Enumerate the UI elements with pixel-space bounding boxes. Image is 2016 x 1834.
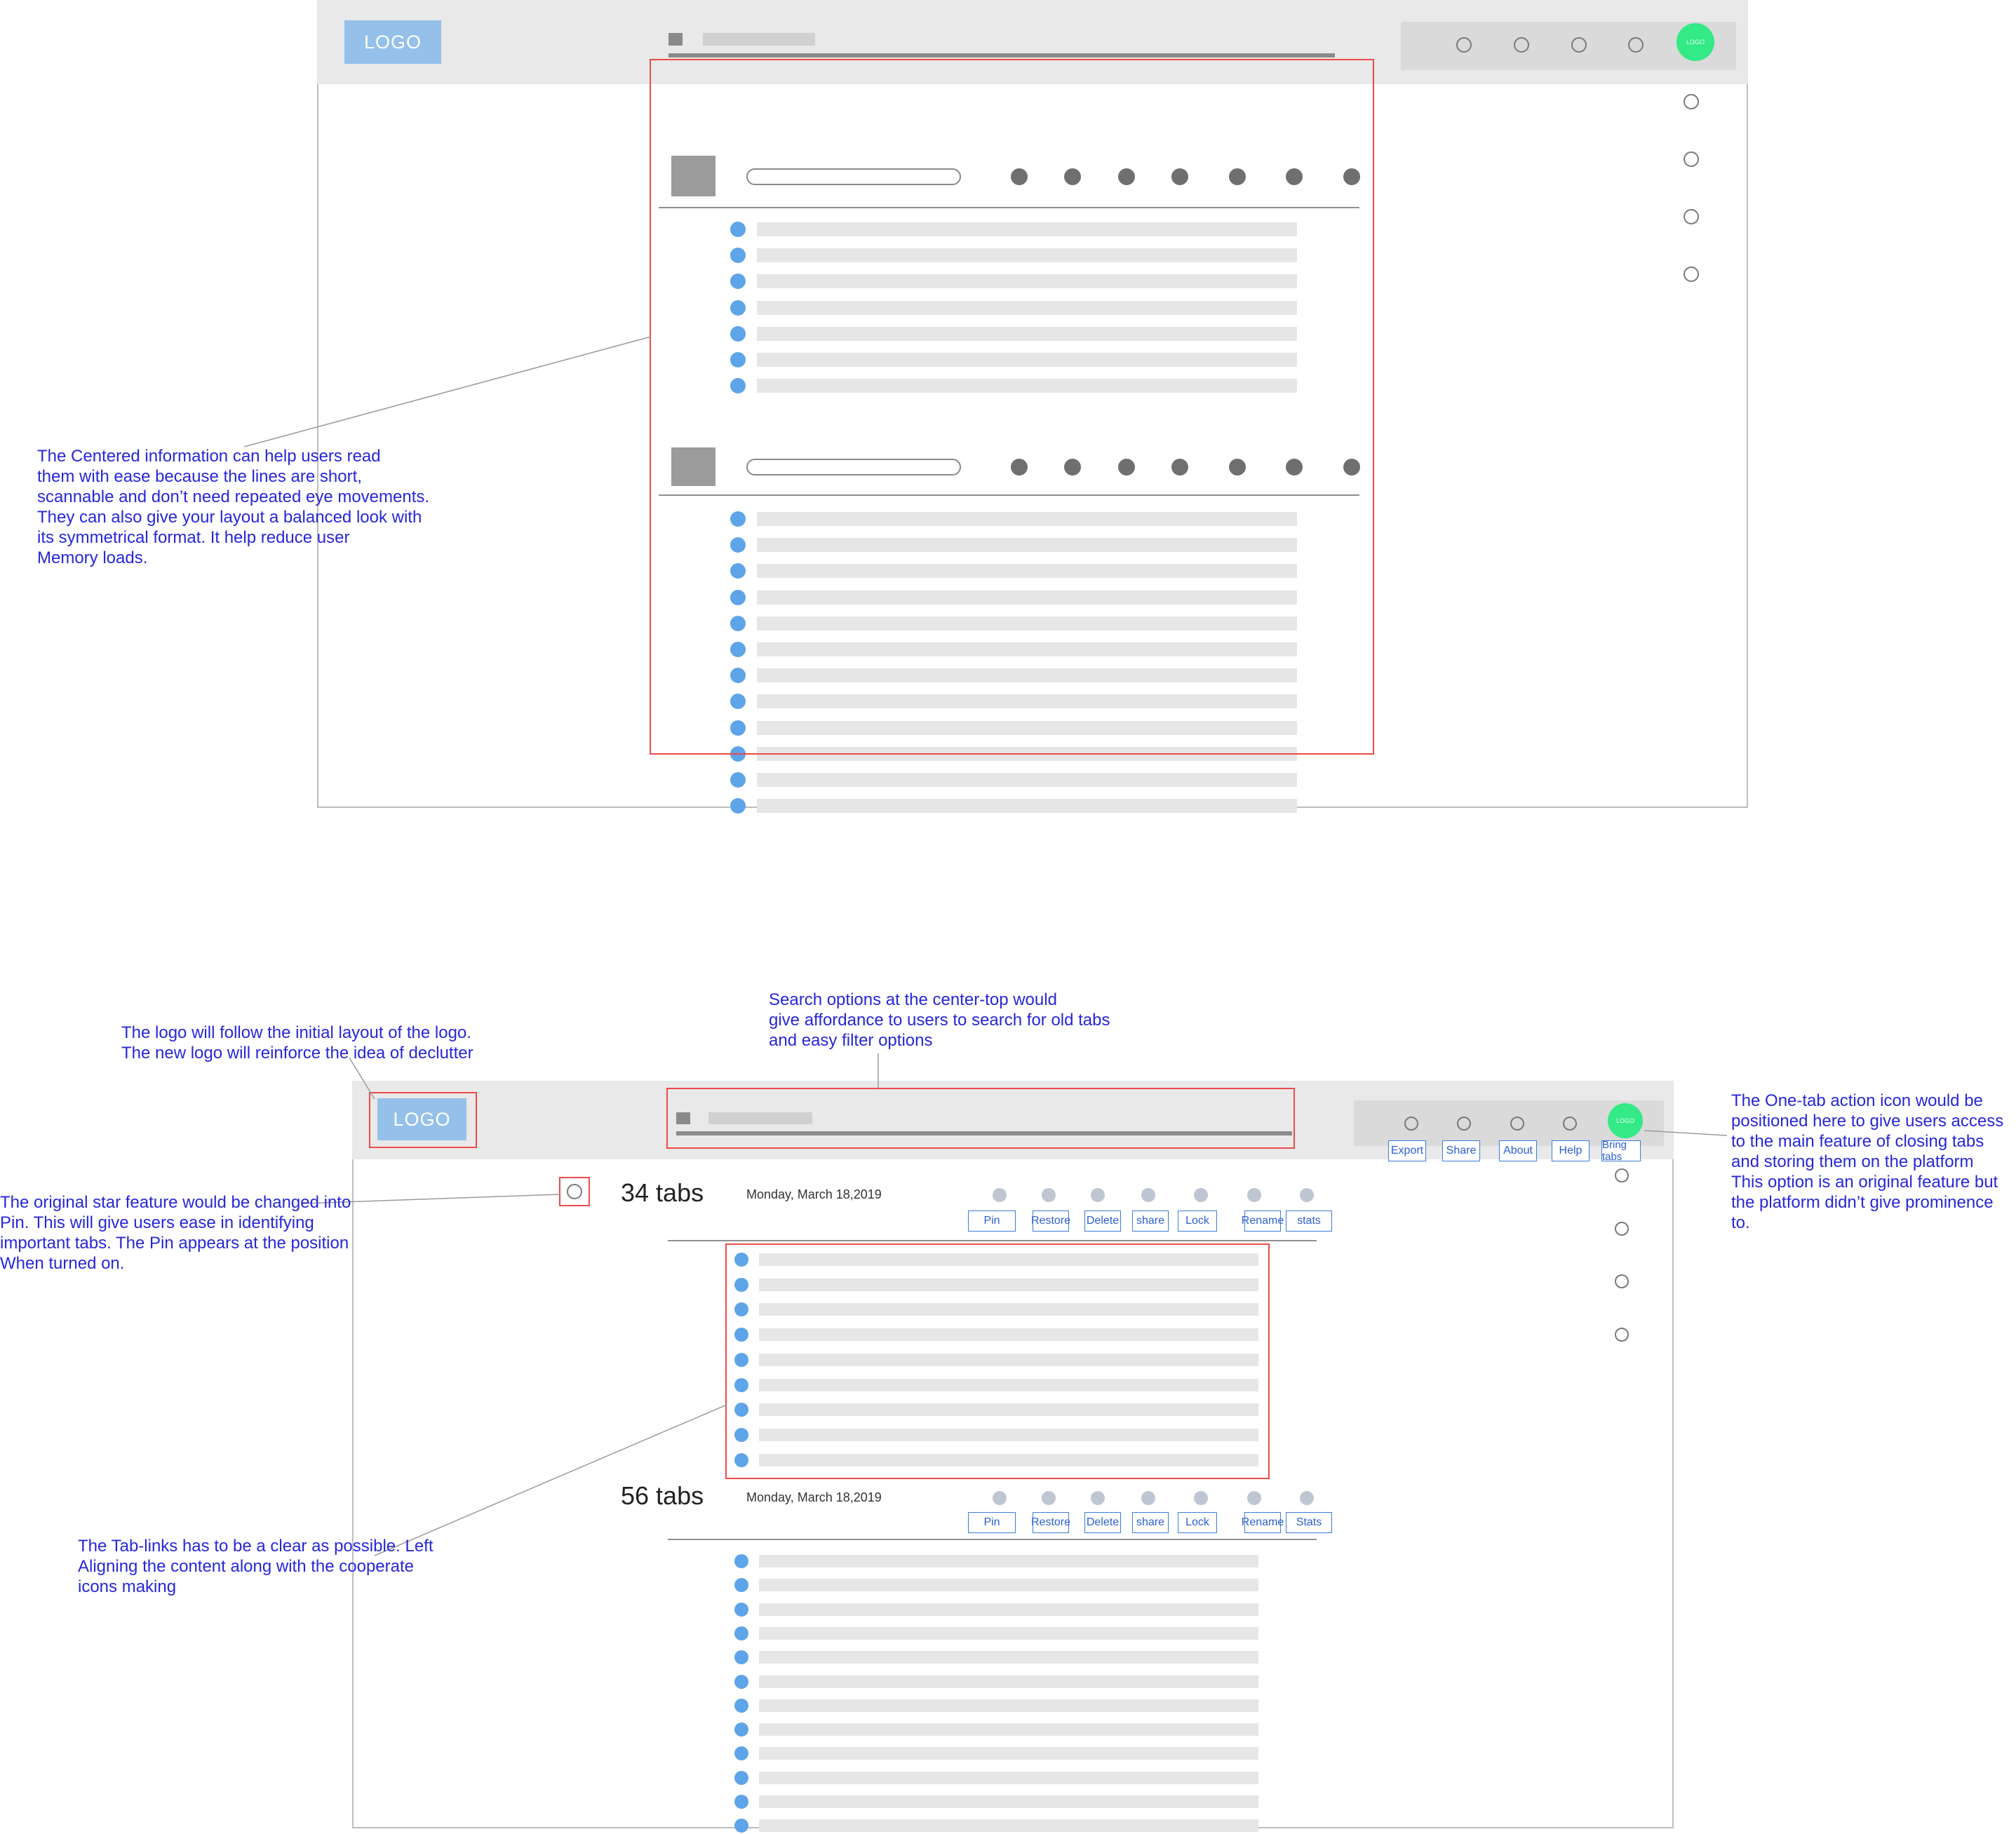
annotation-star-to-pin: The original star feature would be chang…	[0, 1193, 351, 1273]
annotation-tab-links: The Tab-links has to be a clear as possi…	[78, 1537, 434, 1596]
annotation-centered-info: The Centered information can help users …	[37, 447, 430, 567]
annotation-logo: The logo will follow the initial layout …	[121, 1023, 473, 1063]
annotation-search: Search options at the center-top would g…	[769, 990, 1110, 1050]
annotation-one-tab: The One-tab action icon would be positio…	[1731, 1091, 2004, 1232]
